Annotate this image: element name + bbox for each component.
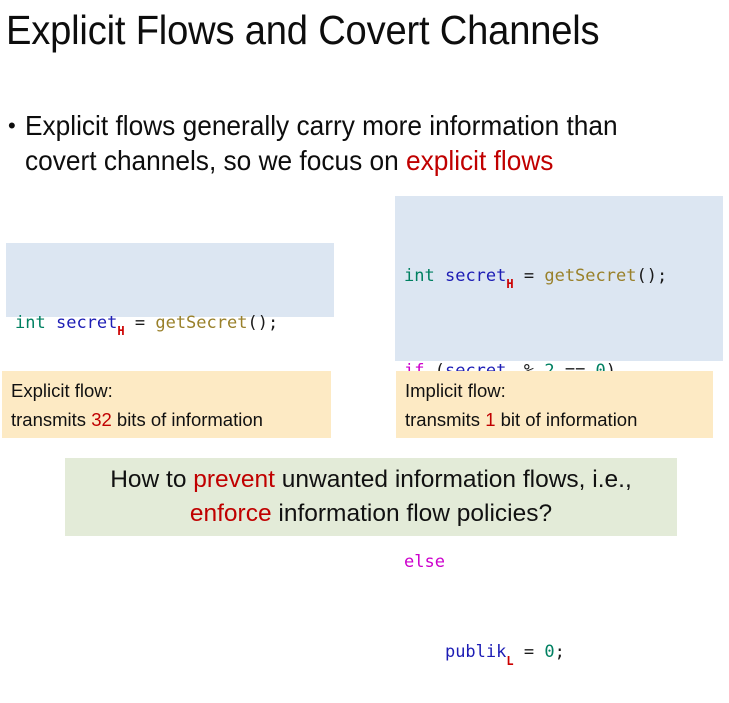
code-token-operator: = [513, 642, 545, 663]
code-token-indent [404, 642, 445, 662]
bullet-text-highlight: explicit flows [406, 145, 554, 176]
code-token-function: getSecret [544, 266, 637, 286]
code-token-punct: ; [554, 642, 565, 663]
code-token-subscript: H [506, 277, 514, 292]
question-suffix-2: information flow policies? [271, 500, 553, 527]
caption-prefix: transmits [11, 409, 92, 430]
code-token-punct: (); [636, 266, 668, 286]
code-token-subscript: H [117, 324, 125, 339]
caption-prefix: transmits [405, 409, 486, 430]
bullet-item-text: Explicit flows generally carry more info… [25, 108, 693, 178]
code-token-type: int [404, 266, 435, 286]
caption-line-1: Explicit flow: [11, 380, 113, 401]
caption-line-2: transmits 32 bits of information [11, 405, 331, 434]
question-prefix: How to [110, 466, 194, 493]
code-line: int secretH = getSecret(); [15, 308, 334, 343]
explicit-flow-caption: Explicit flow: transmits 32 bits of info… [2, 371, 331, 438]
code-token-keyword-else: else [404, 552, 445, 573]
caption-line-1: Implicit flow: [405, 380, 506, 401]
question-callout-box: How to prevent unwanted information flow… [65, 458, 677, 536]
implicit-flow-code-block: int secretH = getSecret(); if (secretH %… [395, 196, 723, 668]
question-highlight-enforce: enforce [189, 500, 272, 527]
code-token-subscript: L [506, 653, 514, 668]
bullet-marker-icon: • [8, 113, 16, 138]
explicit-flow-code-block: int secretH = getSecret(); int publikL =… [6, 243, 334, 434]
code-token-punct: (); [247, 313, 279, 333]
code-token-number: 0 [544, 642, 555, 663]
page-title: Explicit Flows and Covert Channels [6, 7, 600, 53]
caption-suffix: bit of information [495, 409, 638, 430]
caption-number: 1 [485, 409, 496, 430]
code-token-function: getSecret [155, 313, 248, 333]
code-token-identifier: secret [55, 313, 118, 333]
code-token-identifier: secret [444, 266, 507, 286]
caption-number: 32 [91, 409, 112, 430]
code-token-operator: = [124, 313, 156, 333]
implicit-flow-caption: Implicit flow: transmits 1 bit of inform… [396, 371, 713, 438]
caption-suffix: bits of information [111, 409, 263, 430]
code-line: int secretH = getSecret(); [404, 261, 723, 296]
code-token-operator: = [513, 266, 545, 286]
bullet-list: • Explicit flows generally carry more in… [8, 108, 724, 178]
caption-line-2: transmits 1 bit of information [405, 405, 713, 434]
question-line-2: enforce information flow policies? [190, 497, 552, 531]
question-highlight-prevent: prevent [193, 466, 275, 493]
question-suffix: unwanted information flows, i.e., [274, 466, 632, 493]
code-token-type: int [15, 313, 46, 333]
code-line: publikL = 0; [404, 637, 723, 672]
code-line: else [404, 547, 723, 577]
code-token-identifier: publik [444, 642, 507, 663]
question-line-1: How to prevent unwanted information flow… [110, 463, 632, 497]
